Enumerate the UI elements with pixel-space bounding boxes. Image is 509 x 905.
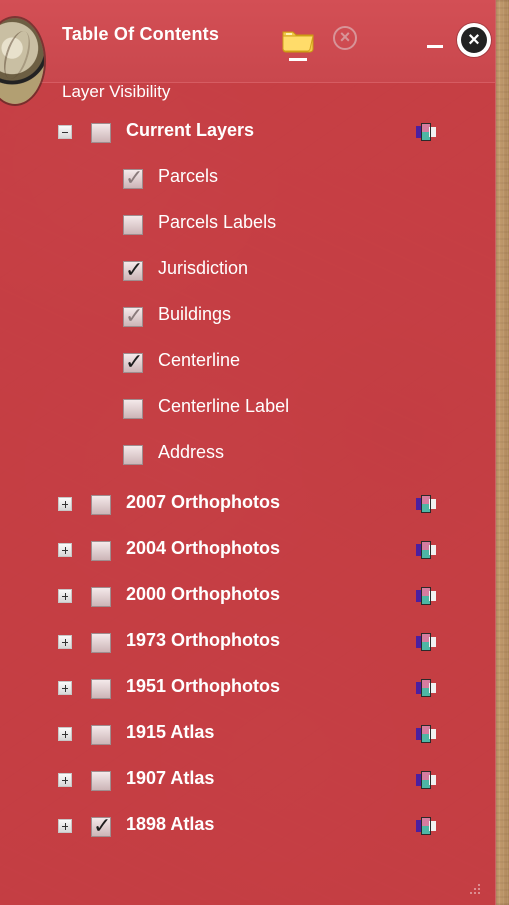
legend-icon[interactable] bbox=[414, 495, 438, 515]
panel-title: Table Of Contents bbox=[62, 24, 220, 44]
expand-icon[interactable] bbox=[58, 497, 72, 511]
layer-label[interactable]: Centerline bbox=[158, 350, 240, 371]
legend-icon[interactable] bbox=[414, 817, 438, 837]
layer-row: Parcels Labels bbox=[0, 210, 495, 240]
layer-checkbox[interactable] bbox=[91, 123, 111, 143]
layer-label[interactable]: 2007 Orthophotos bbox=[126, 492, 280, 513]
toc-screen: Table Of Contents × × Layer Visibility C… bbox=[0, 0, 509, 905]
expand-icon[interactable] bbox=[58, 589, 72, 603]
layer-label[interactable]: Buildings bbox=[158, 304, 231, 325]
expand-icon[interactable] bbox=[58, 681, 72, 695]
legend-icon[interactable] bbox=[414, 541, 438, 561]
layer-label[interactable]: Parcels Labels bbox=[158, 212, 276, 233]
layer-checkbox[interactable] bbox=[123, 215, 143, 235]
layer-row: Buildings bbox=[0, 302, 495, 332]
layer-checkbox[interactable] bbox=[91, 771, 111, 791]
legend-icon[interactable] bbox=[414, 725, 438, 745]
layer-label[interactable]: 1973 Orthophotos bbox=[126, 630, 280, 651]
globe-icon bbox=[0, 18, 44, 104]
folder-active-indicator bbox=[289, 58, 307, 61]
layer-label[interactable]: 1951 Orthophotos bbox=[126, 676, 280, 697]
layer-checkbox[interactable] bbox=[91, 633, 111, 653]
layer-checkbox[interactable] bbox=[123, 259, 143, 281]
layer-row: Jurisdiction bbox=[0, 256, 495, 286]
layer-checkbox[interactable] bbox=[123, 167, 143, 189]
legend-icon[interactable] bbox=[414, 679, 438, 699]
expand-icon[interactable] bbox=[58, 727, 72, 741]
layer-group-row: 1898 Atlas bbox=[0, 812, 495, 842]
layer-label[interactable]: Parcels bbox=[158, 166, 218, 187]
layer-row: Address bbox=[0, 440, 495, 470]
layer-checkbox[interactable] bbox=[123, 305, 143, 327]
layer-label[interactable]: Jurisdiction bbox=[158, 258, 248, 279]
layer-checkbox[interactable] bbox=[91, 587, 111, 607]
layer-group-row: 1973 Orthophotos bbox=[0, 628, 495, 658]
layer-group-row: Current Layers bbox=[0, 118, 495, 148]
panel-header: Table Of Contents × × bbox=[0, 0, 495, 104]
layer-label[interactable]: Address bbox=[158, 442, 224, 463]
layer-visibility-heading: Layer Visibility bbox=[62, 82, 171, 101]
layer-checkbox[interactable] bbox=[123, 351, 143, 373]
layer-checkbox[interactable] bbox=[123, 399, 143, 419]
layer-group-row: 2000 Orthophotos bbox=[0, 582, 495, 612]
close-icon: × bbox=[461, 27, 487, 53]
layer-row: Centerline Label bbox=[0, 394, 495, 424]
layer-checkbox[interactable] bbox=[91, 815, 111, 837]
layer-label[interactable]: 1915 Atlas bbox=[126, 722, 214, 743]
minimize-button[interactable] bbox=[427, 24, 445, 48]
collapse-icon[interactable] bbox=[58, 125, 72, 139]
layer-label[interactable]: 1907 Atlas bbox=[126, 768, 214, 789]
layer-group-row: 2007 Orthophotos bbox=[0, 490, 495, 520]
layer-checkbox[interactable] bbox=[91, 679, 111, 699]
layer-checkbox[interactable] bbox=[91, 725, 111, 745]
layer-checkbox[interactable] bbox=[123, 445, 143, 465]
map-edge-strip bbox=[495, 0, 509, 905]
layer-checkbox[interactable] bbox=[91, 495, 111, 515]
legend-icon[interactable] bbox=[414, 633, 438, 653]
layer-checkbox[interactable] bbox=[91, 541, 111, 561]
layer-label[interactable]: 1898 Atlas bbox=[126, 814, 214, 835]
folder-icon[interactable] bbox=[281, 24, 315, 61]
layer-label[interactable]: 2004 Orthophotos bbox=[126, 538, 280, 559]
disabled-close-icon: × bbox=[333, 26, 357, 50]
layer-group-row: 1951 Orthophotos bbox=[0, 674, 495, 704]
expand-icon[interactable] bbox=[58, 635, 72, 649]
layer-label[interactable]: Current Layers bbox=[126, 120, 254, 141]
legend-icon[interactable] bbox=[414, 123, 438, 143]
layer-group-row: 1907 Atlas bbox=[0, 766, 495, 796]
legend-icon[interactable] bbox=[414, 587, 438, 607]
layer-row: Centerline bbox=[0, 348, 495, 378]
expand-icon[interactable] bbox=[58, 543, 72, 557]
legend-icon[interactable] bbox=[414, 771, 438, 791]
close-button[interactable]: × bbox=[457, 23, 491, 57]
layer-label[interactable]: Centerline Label bbox=[158, 396, 289, 417]
layer-label[interactable]: 2000 Orthophotos bbox=[126, 584, 280, 605]
table-of-contents-panel: Table Of Contents × × Layer Visibility C… bbox=[0, 0, 496, 905]
resize-grip-icon[interactable] bbox=[467, 881, 483, 897]
layer-group-row: 1915 Atlas bbox=[0, 720, 495, 750]
expand-icon[interactable] bbox=[58, 773, 72, 787]
layer-row: Parcels bbox=[0, 164, 495, 194]
expand-icon[interactable] bbox=[58, 819, 72, 833]
layer-group-row: 2004 Orthophotos bbox=[0, 536, 495, 566]
